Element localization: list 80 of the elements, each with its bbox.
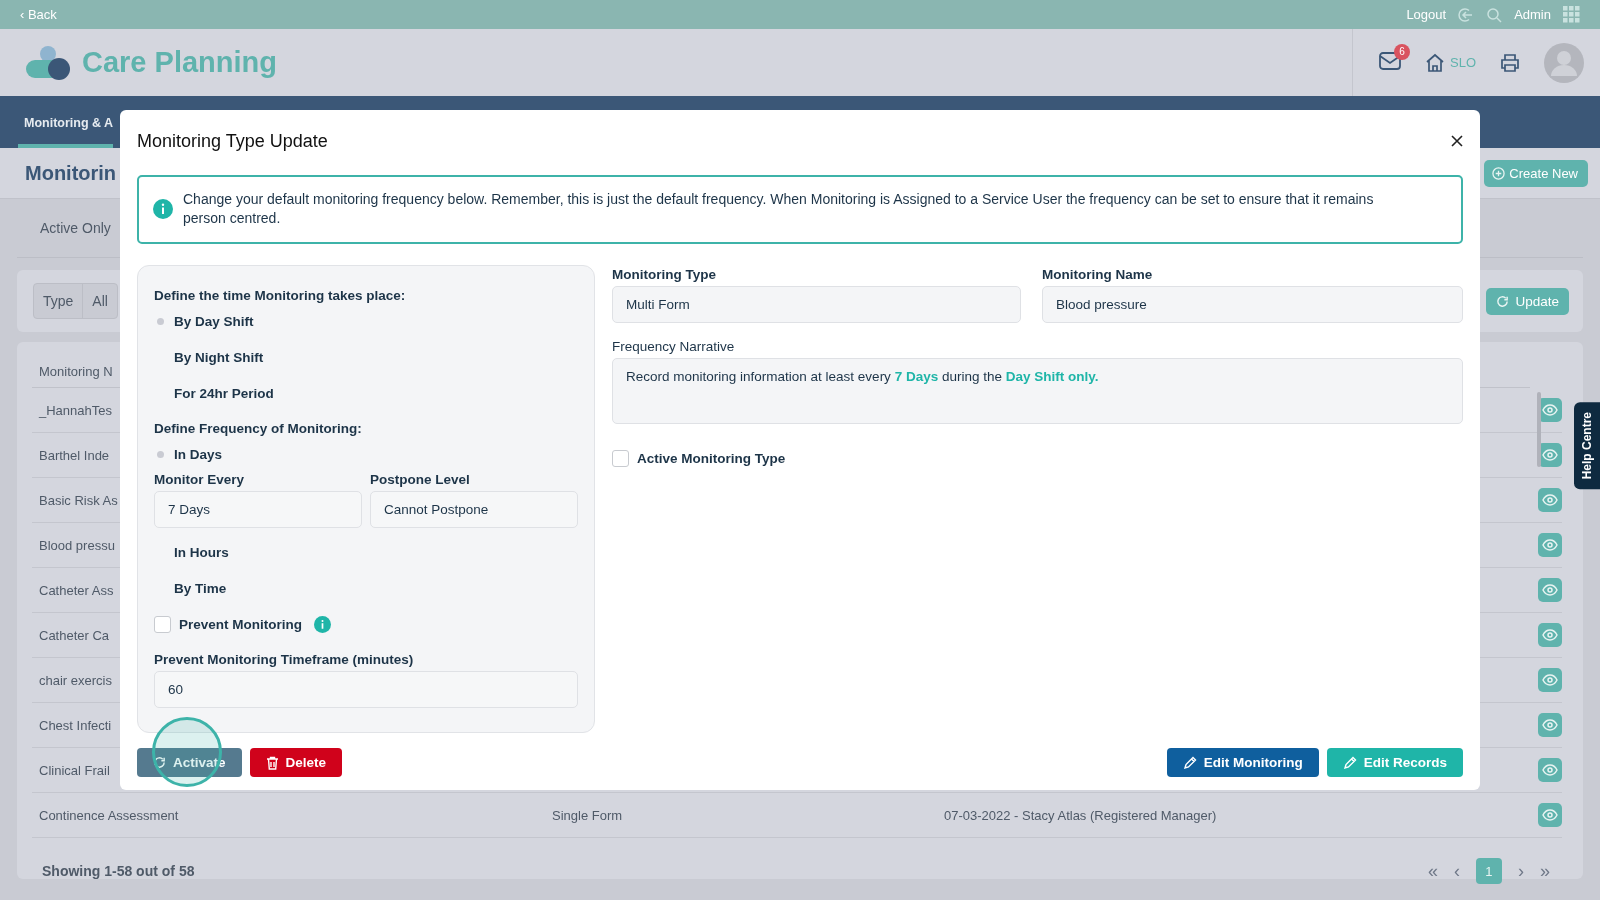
field-label: Postpone Level <box>370 472 471 487</box>
active-only-filter[interactable]: Active Only <box>40 220 111 236</box>
table-cell: 07-03-2022 - Stacy Atlas (Registered Manager) <box>944 807 1217 823</box>
plus-circle-icon <box>1492 166 1506 180</box>
input-field[interactable]: Cannot Postpone <box>370 491 578 528</box>
info-text: Change your default monitoring frequency below. Remember, this is just the default frequency. When Monitoring is Assigned to a Service User the frequency can be set to ensure that it remains person centred. <box>183 190 1375 228</box>
info-icon <box>153 199 173 219</box>
view-eye-icon[interactable] <box>1538 578 1562 602</box>
activate-button[interactable]: Activate <box>137 748 242 777</box>
radio-option[interactable]: In Hours <box>174 544 229 560</box>
refresh-icon <box>153 756 166 769</box>
logout-icon[interactable] <box>1458 6 1475 23</box>
table-cell: chair exercis <box>39 672 112 688</box>
radio-option[interactable]: By Night Shift <box>174 349 264 365</box>
delete-button[interactable]: Delete <box>249 748 343 777</box>
table-cell: Barthel Inde <box>39 447 110 463</box>
pencil-icon <box>1342 755 1357 770</box>
scrollbar[interactable] <box>1537 392 1541 467</box>
app-title: Care Planning <box>82 46 277 79</box>
field-label: Prevent Monitoring Timeframe (minutes) <box>154 652 415 667</box>
dialog-title: Monitoring Type Update <box>137 130 329 152</box>
checkbox-label[interactable]: Active Monitoring Type <box>637 450 786 466</box>
view-eye-icon[interactable] <box>1538 758 1562 782</box>
avatar-icon[interactable] <box>1544 42 1584 83</box>
notification-badge: 6 <box>1394 43 1410 60</box>
help-centre-tab[interactable]: Help Centre <box>1574 402 1600 490</box>
radio-option[interactable]: By Time <box>174 580 227 596</box>
radio-option[interactable]: For 24hr Period <box>174 385 274 401</box>
checkbox[interactable] <box>612 449 629 467</box>
page-title: Monitorin <box>25 161 117 185</box>
search-icon[interactable] <box>1486 6 1503 23</box>
apps-grid-icon[interactable] <box>1563 6 1580 23</box>
narrative-field[interactable]: Record monitoring information at least every 7 Days during the Day Shift only. <box>612 358 1463 424</box>
next-page-button[interactable]: › <box>1518 860 1524 882</box>
view-eye-icon[interactable] <box>1538 623 1562 647</box>
field-label: Frequency Narrative <box>612 339 736 354</box>
input-field[interactable]: 7 Days <box>154 491 362 528</box>
view-eye-icon[interactable] <box>1538 533 1562 557</box>
field-label: Monitoring Type <box>612 267 717 282</box>
pencil-icon <box>1182 755 1197 770</box>
app-logo-icon <box>24 44 72 81</box>
info-icon[interactable] <box>314 615 331 633</box>
view-eye-icon[interactable] <box>1538 668 1562 692</box>
radio-option[interactable]: In Days <box>174 446 223 462</box>
last-page-button[interactable]: » <box>1540 860 1550 882</box>
mail-icon[interactable] <box>1379 51 1401 70</box>
checkbox-label[interactable]: Prevent Monitoring <box>179 616 302 632</box>
table-cell: Catheter Ca <box>39 627 110 643</box>
showing-count: Showing 1-58 out of 58 <box>42 863 196 879</box>
trash-icon <box>265 755 279 770</box>
view-eye-icon[interactable] <box>1538 488 1562 512</box>
view-eye-icon[interactable] <box>1538 803 1562 827</box>
radio-option[interactable]: By Day Shift <box>174 313 254 329</box>
type-label: Type <box>42 292 75 311</box>
table-cell: Catheter Ass <box>39 582 114 598</box>
refresh-icon <box>1496 294 1510 308</box>
table-cell: Continence Assessment <box>39 807 179 823</box>
table-cell: Clinical Frail <box>39 762 110 778</box>
first-page-button[interactable]: « <box>1427 860 1438 882</box>
table-cell: Single Form <box>552 807 623 823</box>
checkbox[interactable] <box>154 615 171 633</box>
print-icon[interactable] <box>1500 52 1520 73</box>
section-heading: Define Frequency of Monitoring: <box>154 421 363 436</box>
field-label: Monitor Every <box>154 472 246 487</box>
previous-page-button[interactable]: ‹ <box>1454 860 1460 882</box>
table-cell: Chest Infecti <box>39 717 112 733</box>
table-cell: _HannahTes <box>39 402 112 418</box>
input-field[interactable]: Multi Form <box>612 286 1021 323</box>
section-heading: Define the time Monitoring takes place: <box>154 288 407 303</box>
input-field[interactable]: Blood pressure <box>1042 286 1463 323</box>
home-icon[interactable] <box>1425 53 1445 72</box>
table-cell: Basic Risk As <box>39 492 118 508</box>
view-eye-icon[interactable] <box>1538 713 1562 737</box>
type-dropdown[interactable]: All <box>82 284 117 318</box>
close-icon[interactable] <box>1451 135 1463 147</box>
field-label: Monitoring Name <box>1042 267 1154 282</box>
input-field[interactable]: 60 <box>154 671 578 708</box>
table-cell: Blood pressu <box>39 537 115 553</box>
edit-monitoring-button[interactable]: Edit Monitoring <box>1166 748 1319 777</box>
column-header: Monitoring N <box>39 364 113 379</box>
